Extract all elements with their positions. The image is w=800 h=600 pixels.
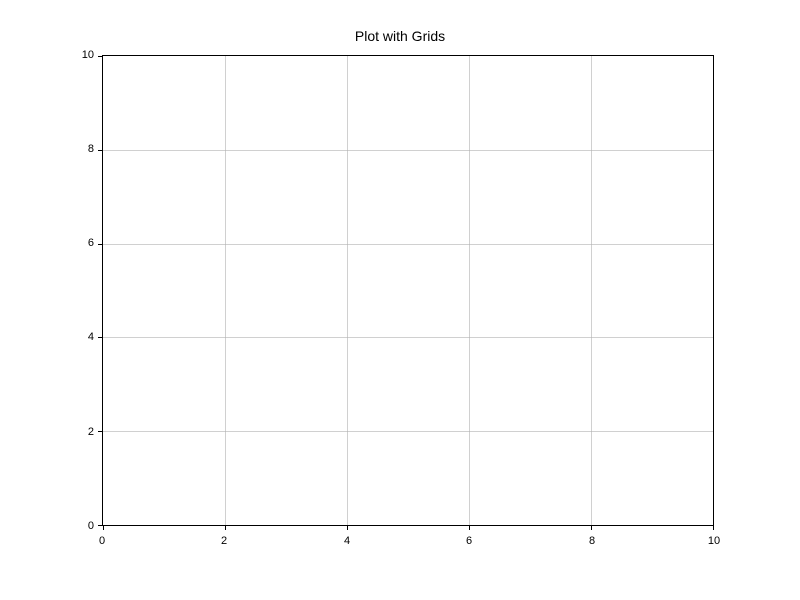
y-tick-label: 0 [78,520,94,532]
y-tick [98,525,103,526]
x-tick-label: 10 [708,535,720,547]
y-tick [98,431,103,432]
grid-line-horizontal [103,431,713,432]
grid-line-vertical [225,56,226,525]
x-tick [469,525,470,530]
grid-line-horizontal [103,244,713,245]
x-tick-label: 8 [589,535,595,547]
x-tick [225,525,226,530]
x-tick-label: 0 [99,535,105,547]
y-tick [98,337,103,338]
y-tick [98,150,103,151]
y-tick-label: 10 [72,49,94,61]
chart-container: Plot with Grids 0 2 4 6 8 10 0 2 4 6 8 1… [0,0,800,600]
y-tick [98,244,103,245]
x-tick [103,525,104,530]
y-tick-label: 8 [78,143,94,155]
plot-area [102,55,714,526]
grid-line-horizontal [103,150,713,151]
x-tick-label: 2 [221,535,227,547]
x-tick [347,525,348,530]
y-tick [98,56,103,57]
grid-line-horizontal [103,337,713,338]
grid-line-vertical [347,56,348,525]
x-tick-label: 4 [344,535,350,547]
y-tick-label: 6 [78,237,94,249]
grid-line-vertical [591,56,592,525]
y-tick-label: 4 [78,331,94,343]
y-tick-label: 2 [78,426,94,438]
grid-line-vertical [469,56,470,525]
x-tick [591,525,592,530]
x-tick-label: 6 [466,535,472,547]
x-tick [713,525,714,530]
chart-title: Plot with Grids [0,28,800,44]
